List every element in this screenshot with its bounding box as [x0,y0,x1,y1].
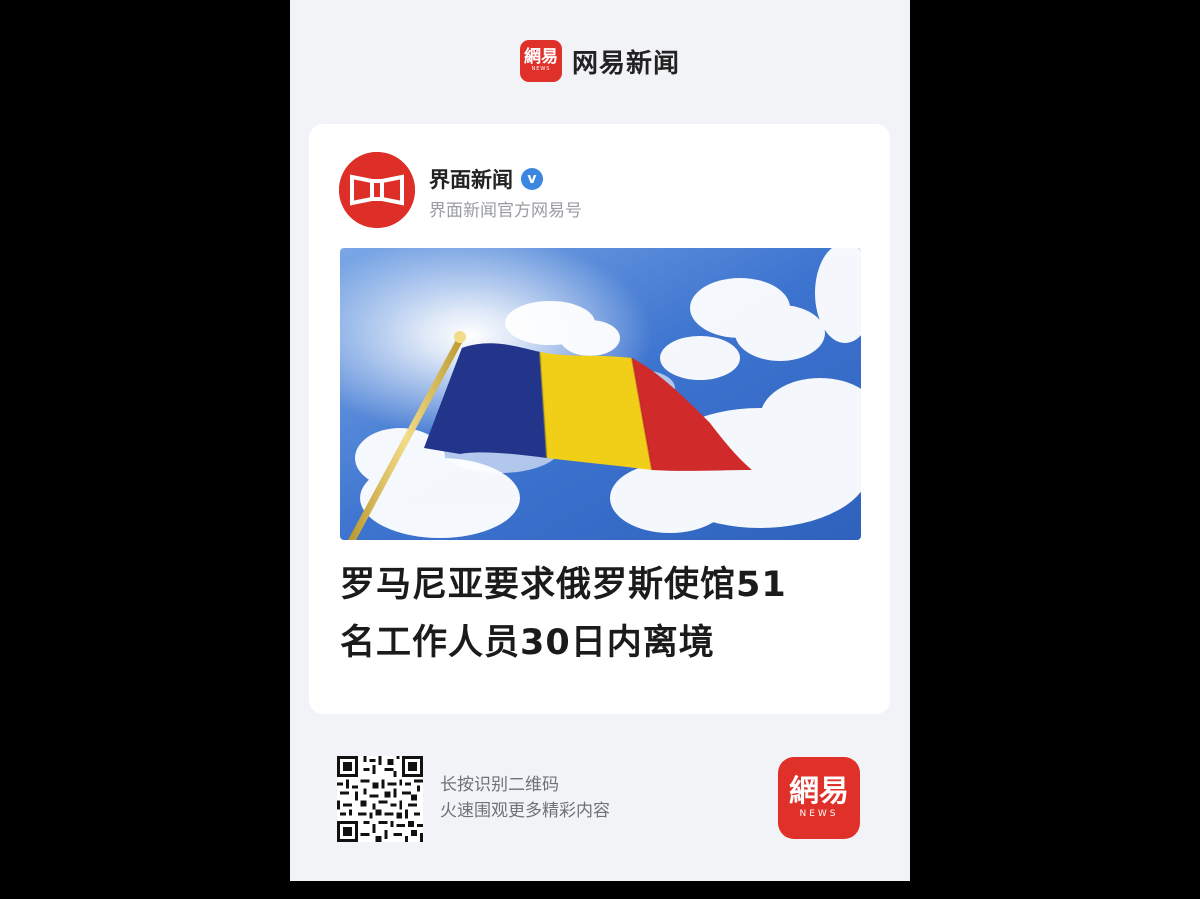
romania-flag-photo [340,248,861,540]
article-card[interactable]: 界面新闻 v 界面新闻官方网易号 罗马尼亚要求俄罗斯使馆51 名工作人员30日内… [309,124,890,714]
author-name-row: 界面新闻 v [429,164,543,194]
netease-news-logo-icon: 網易 NEWS [519,40,562,82]
headline-line-2: 名工作人员30日内离境 [340,623,715,663]
netease-news-app-icon[interactable]: 網易 NEWS [778,757,860,839]
author-subtitle: 界面新闻官方网易号 [429,201,582,221]
author-name[interactable]: 界面新闻 [429,164,513,194]
headline-line-1: 罗马尼亚要求俄罗斯使馆51 [340,565,787,605]
qr-instruction-line-1: 长按识别二维码 [440,775,559,795]
app-name: 网易新闻 [571,48,680,79]
share-card-page: 網易 NEWS 网易新闻 界面新闻 v 界面新闻官方网易号 罗马尼亚要求俄罗斯使… [290,0,910,881]
jiemian-logo-icon[interactable] [339,152,415,228]
qr-instruction-line-2: 火速围观更多精彩内容 [440,801,610,821]
article-hero-image[interactable] [340,248,861,540]
app-header: 網易 NEWS 网易新闻 [290,38,910,84]
share-footer: 长按识别二维码 火速围观更多精彩内容 網易 NEWS [290,740,910,860]
author-info[interactable]: 界面新闻 v 界面新闻官方网易号 [339,152,869,232]
qr-code-icon[interactable] [337,756,423,842]
qr-instructions: 长按识别二维码 火速围观更多精彩内容 [440,772,610,824]
verified-badge-icon: v [521,168,543,190]
article-headline[interactable]: 罗马尼亚要求俄罗斯使馆51 名工作人员30日内离境 [340,556,870,672]
